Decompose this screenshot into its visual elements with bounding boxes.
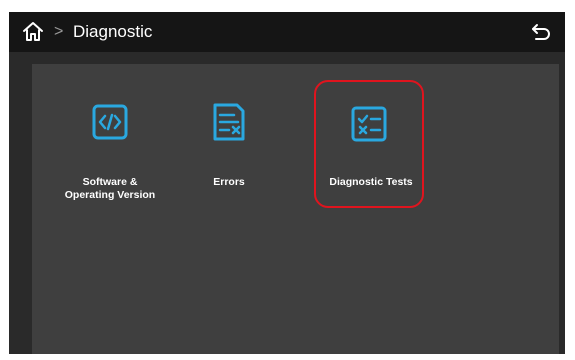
tile-label: Errors xyxy=(213,176,245,188)
tile-label: Software & Operating Version xyxy=(64,176,156,201)
tile-software-operating-version[interactable]: Software & Operating Version xyxy=(56,82,164,201)
top-bar: > Diagnostic xyxy=(9,12,565,52)
undo-arrow-icon[interactable] xyxy=(529,20,553,44)
menu-panel: Software & Operating Version Errors Diag… xyxy=(32,64,559,354)
home-icon[interactable] xyxy=(21,20,45,44)
diagnostic-screen: > Diagnostic Software & Operating Versio… xyxy=(9,12,565,354)
document-x-icon xyxy=(211,102,247,142)
tile-label: Diagnostic Tests xyxy=(329,176,413,188)
breadcrumb-separator: > xyxy=(54,23,64,40)
tile-diagnostic-tests[interactable]: Diagnostic Tests xyxy=(314,80,424,208)
page-title: Diagnostic xyxy=(73,22,153,41)
tile-errors[interactable]: Errors xyxy=(175,82,283,192)
checklist-icon xyxy=(351,104,387,144)
code-brackets-icon xyxy=(92,102,128,142)
